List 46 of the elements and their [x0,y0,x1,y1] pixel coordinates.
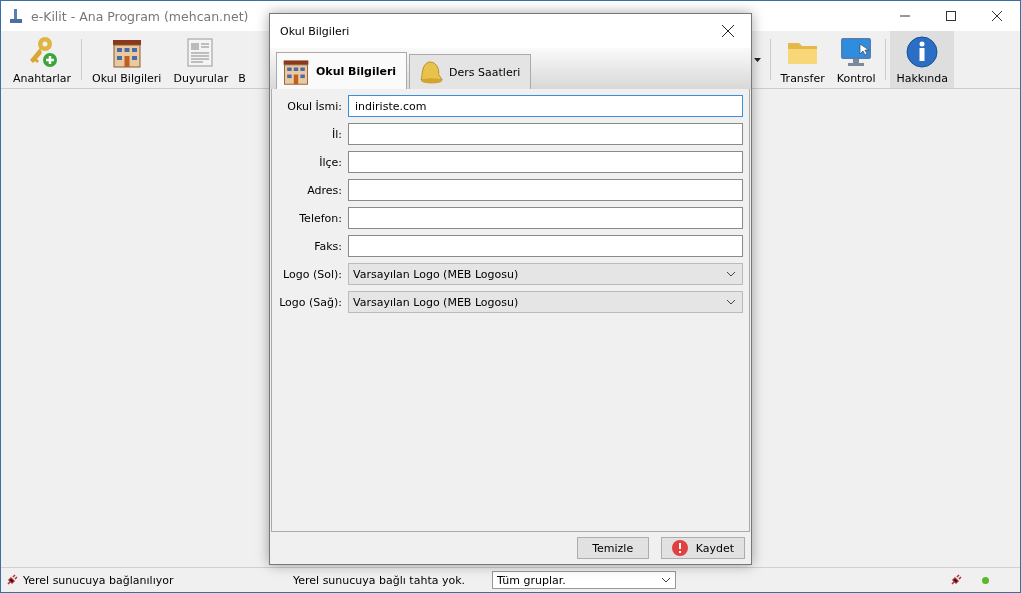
monitor-icon [839,35,874,69]
field-label: İl: [331,127,342,141]
input-field[interactable] [348,179,743,201]
maximize-icon [946,11,956,21]
close-icon [722,25,734,37]
toolbar-button[interactable]: Transfer [774,31,831,88]
toolbar-button[interactable]: Anahtarlar [7,31,78,88]
logo-select[interactable]: Varsayılan Logo (MEB Logosu) [348,291,743,313]
toolbar-button[interactable]: Duyurular [167,31,235,88]
toolbar-button[interactable]: Okul Bilgileri [86,31,168,88]
group-select[interactable]: Tüm gruplar. [492,571,677,589]
field-label: Logo (Sol): [282,267,342,281]
field-label: Okul İsmi: [286,99,342,113]
field-label: İlçe: [318,155,342,169]
tab[interactable]: Ders Saatleri [409,54,532,89]
input-field[interactable] [348,207,743,229]
clear-button[interactable]: Temizle [576,537,649,559]
chevron-down-icon [726,299,736,305]
plug-icon [6,574,18,586]
app-icon [9,8,23,24]
chevron-down-icon [661,577,672,583]
warning-icon [671,540,688,556]
field-label: Adres: [306,183,342,197]
plug-icon [950,574,962,586]
dialog-title: Okul Bilgileri [280,24,350,38]
toolbar-button[interactable]: Hakkında [890,31,954,88]
board-status: Yerel sunucuya bağlı tahta yok. [293,573,466,587]
info-icon [905,35,940,69]
tab[interactable]: Okul Bilgileri [276,52,408,89]
input-field[interactable] [348,235,743,257]
dropdown-arrow-icon[interactable] [753,57,761,62]
toolbar-button[interactable]: B [234,31,246,88]
input-field[interactable]: indiriste.com [348,95,743,117]
logo-select[interactable]: Varsayılan Logo (MEB Logosu) [348,263,743,285]
toolbar-button[interactable]: Kontrol [830,31,882,88]
close-icon [992,11,1002,21]
chevron-down-icon [726,271,736,277]
input-field[interactable] [348,151,743,173]
status-dot-icon [982,576,989,584]
save-button[interactable]: Kaydet [660,537,745,559]
window-title: e-Kilit - Ana Program (mehcan.net) [31,8,250,24]
input-field[interactable] [348,123,743,145]
field-label: Faks: [313,239,342,253]
field-label: Telefon: [298,211,342,225]
connection-status: Yerel sunucuya bağlanılıyor [23,573,175,587]
field-label: Logo (Sağ): [278,295,342,309]
